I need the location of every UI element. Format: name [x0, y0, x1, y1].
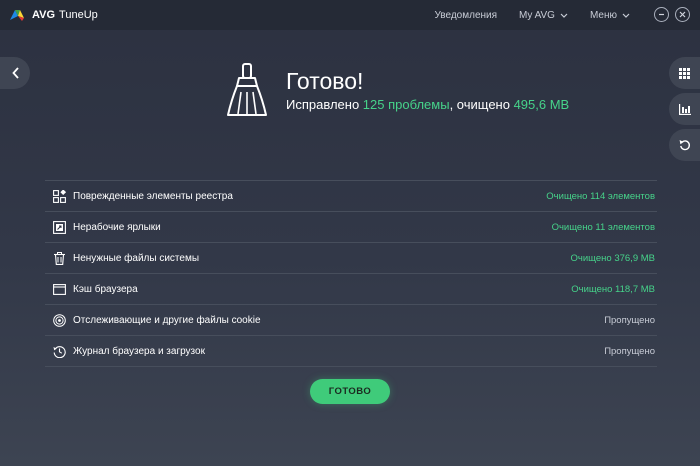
page-title: Готово!	[286, 68, 364, 94]
item-label: Поврежденные элементы реестра	[73, 190, 233, 202]
app-window: AVG TuneUp Уведомления My AVG Меню Готов…	[0, 0, 700, 466]
target-icon	[52, 313, 66, 327]
chevron-down-icon	[560, 13, 568, 18]
fixed-count: 125 проблемы	[362, 97, 450, 112]
item-label: Кэш браузера	[73, 283, 138, 295]
cleaned-size: 495,6 MB	[513, 97, 570, 112]
trash-icon	[53, 251, 65, 265]
title-bar: AVG TuneUp Уведомления My AVG Меню	[0, 0, 700, 30]
back-button[interactable]	[0, 57, 30, 89]
apps-grid-button[interactable]	[669, 57, 700, 89]
registry-icon	[52, 189, 66, 203]
chevron-left-icon	[12, 67, 19, 79]
top-nav: Уведомления My AVG Меню	[413, 0, 631, 30]
item-status: Пропущено	[604, 345, 655, 357]
list-item: Ненужные файлы системы Очищено 376,9 MB	[45, 243, 657, 274]
menu-label: Меню	[589, 9, 617, 21]
window-controls	[648, 7, 690, 22]
item-status: Очищено 114 элементов	[546, 190, 655, 202]
browser-window-icon	[52, 283, 66, 295]
close-icon	[679, 11, 686, 18]
notifications-label: Уведомления	[434, 9, 498, 21]
app-logo: AVG TuneUp	[8, 8, 98, 22]
my-avg-label: My AVG	[519, 9, 555, 21]
done-button[interactable]: ГОТОВО	[310, 379, 390, 404]
undo-button[interactable]	[669, 129, 700, 161]
item-label: Журнал браузера и загрузок	[73, 345, 205, 357]
item-status: Очищено 376,9 MB	[570, 252, 655, 264]
product-name: TuneUp	[59, 9, 98, 21]
summary-header: Готово! Исправлено 125 проблемы, очищено…	[225, 62, 605, 122]
grid-icon	[679, 67, 690, 79]
refresh-icon	[679, 140, 691, 151]
list-item: Поврежденные элементы реестра Очищено 11…	[45, 181, 657, 212]
item-status: Очищено 11 элементов	[551, 221, 655, 233]
minimize-button[interactable]	[654, 7, 669, 22]
minimize-icon	[659, 13, 664, 16]
item-label: Нерабочие ярлыки	[73, 221, 161, 233]
notifications-link[interactable]: Уведомления	[435, 10, 498, 21]
fixed-prefix: Исправлено	[286, 97, 363, 112]
item-status: Очищено 118,7 MB	[571, 283, 655, 295]
cleaned-prefix: , очищено	[449, 97, 514, 112]
list-item: Отслеживающие и другие файлы cookie Проп…	[45, 305, 657, 336]
history-clock-icon	[53, 345, 66, 358]
my-avg-dropdown[interactable]: My AVG	[519, 10, 568, 21]
item-label: Отслеживающие и другие файлы cookie	[73, 314, 261, 326]
summary-text: Исправлено 125 проблемы, очищено 495,6 M…	[286, 97, 569, 112]
item-label: Ненужные файлы системы	[73, 252, 200, 264]
chevron-down-icon	[622, 13, 630, 18]
avg-logo-icon	[10, 10, 24, 21]
broom-icon	[227, 63, 267, 116]
statistics-button[interactable]	[669, 93, 700, 125]
shortcut-icon	[52, 220, 66, 234]
list-item: Кэш браузера Очищено 118,7 MB	[45, 274, 657, 305]
close-button[interactable]	[675, 7, 690, 22]
chart-icon	[679, 103, 691, 115]
list-item: Нерабочие ярлыки Очищено 11 элементов	[45, 212, 657, 243]
list-item: Журнал браузера и загрузок Пропущено	[45, 336, 657, 367]
item-status: Пропущено	[604, 314, 655, 326]
menu-dropdown[interactable]: Меню	[590, 10, 630, 21]
results-list: Поврежденные элементы реестра Очищено 11…	[45, 180, 657, 367]
brand-name: AVG	[32, 9, 56, 21]
